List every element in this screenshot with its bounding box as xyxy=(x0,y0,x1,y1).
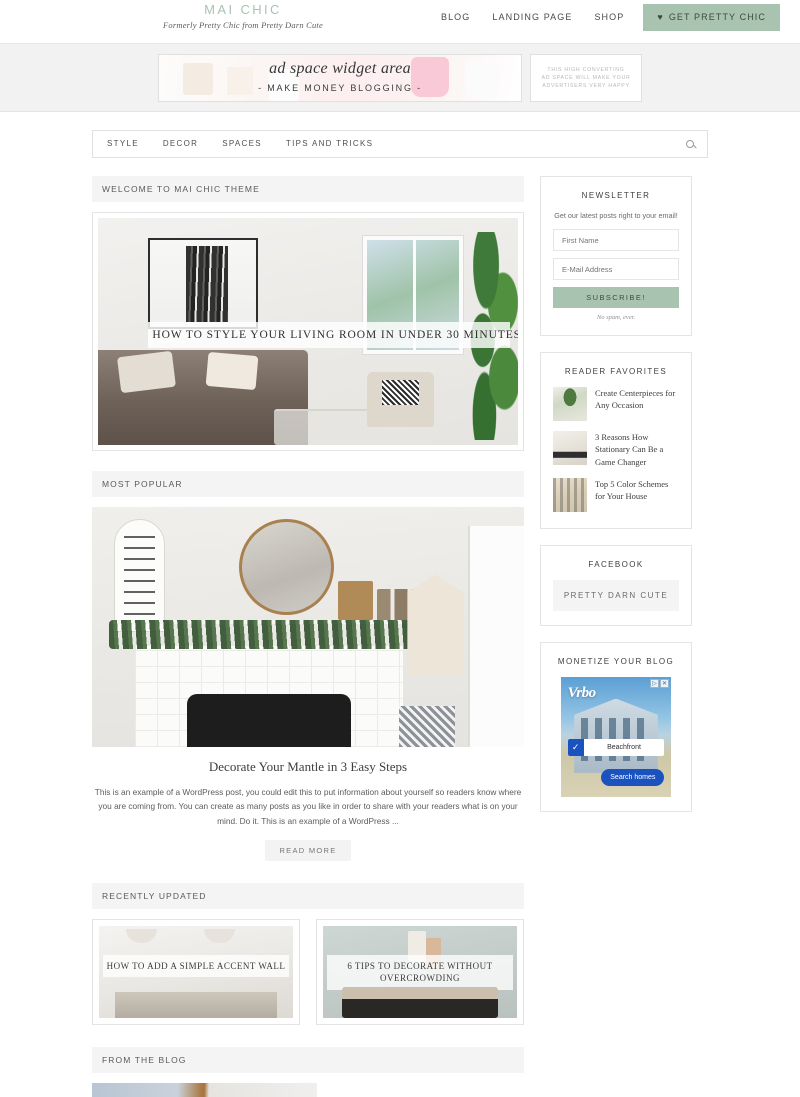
read-more-wrap: READ MORE xyxy=(92,839,524,861)
newsletter-subtitle: Get our latest posts right to your email… xyxy=(554,211,678,220)
garland-icon xyxy=(109,619,429,649)
ad-banner-bar: ad space widget area - MAKE MONEY BLOGGI… xyxy=(0,44,800,112)
fireplace-screen-icon xyxy=(187,694,352,747)
header-nav: BLOG LANDING PAGE SHOP ♥ GET PRETTY CHIC xyxy=(430,4,780,31)
card-title-text: 6 TIPS TO DECORATE WITHOUT OVERCROWDING xyxy=(347,961,493,984)
hero-card: HOW TO STYLE YOUR LIVING ROOM IN UNDER 3… xyxy=(92,212,524,451)
widget-reader-favorites: READER FAVORITES Create Centerpieces for… xyxy=(540,352,692,529)
macrame-wall-hanging-icon xyxy=(407,574,464,675)
decorate-without-overcrowding-image: 6 TIPS TO DECORATE WITHOUT OVERCROWDING xyxy=(323,925,517,1018)
vrbo-ad[interactable]: Vrbo ▷ ✕ ✓ Beachfront Search homes xyxy=(561,676,671,797)
nav-item-decor[interactable]: DECOR xyxy=(151,131,210,157)
ad-banner-sub-text: - MAKE MONEY BLOGGING - xyxy=(258,82,422,93)
newsletter-title: NEWSLETTER xyxy=(581,191,651,200)
door-icon xyxy=(467,526,524,747)
cta-label: GET PRETTY CHIC xyxy=(668,12,766,22)
vrbo-logo: Vrbo xyxy=(567,685,597,702)
monetize-title: MONETIZE YOUR BLOG xyxy=(557,656,675,666)
from-the-blog-image[interactable] xyxy=(92,1082,317,1097)
newsletter-note: No spam, ever. xyxy=(596,314,636,321)
adchoices-controls[interactable]: ▷ ✕ xyxy=(650,678,669,688)
nav-item-tips-and-tricks[interactable]: TIPS AND TRICKS xyxy=(274,131,385,157)
hero-wall-art-icon xyxy=(148,238,258,330)
nav-item-style[interactable]: STYLE xyxy=(93,131,151,157)
reader-favorites-title: READER FAVORITES xyxy=(564,367,668,376)
ad-small-line-1: THIS HIGH CONVERTING xyxy=(547,66,625,73)
section-heading-welcome: WELCOME TO MAI CHIC THEME xyxy=(92,176,524,202)
nav-item-spaces[interactable]: SPACES xyxy=(210,131,274,157)
list-item[interactable]: Top 5 Color Schemes for Your House xyxy=(553,477,679,512)
sidebar: NEWSLETTER Get our latest posts right to… xyxy=(540,176,692,828)
ad-banner-script-text: ad space widget area xyxy=(269,59,411,77)
hero-pillow-icon xyxy=(205,352,259,391)
card-title-overlay: HOW TO ADD A SIMPLE ACCENT WALL xyxy=(102,955,290,978)
card-title-overlay: 6 TIPS TO DECORATE WITHOUT OVERCROWDING xyxy=(326,955,514,990)
primary-nav-bar: STYLE DECOR SPACES TIPS AND TRICKS xyxy=(92,130,708,158)
first-name-input[interactable] xyxy=(553,229,679,251)
brand-block: MAI CHIC Formerly Pretty Chic from Prett… xyxy=(98,2,388,31)
post-thumbnail xyxy=(553,387,587,421)
hero-armchair-icon xyxy=(366,372,434,427)
ad-field-label: Beachfront xyxy=(607,744,641,752)
hero-title-text: HOW TO STYLE YOUR LIVING ROOM IN UNDER 3… xyxy=(152,329,518,342)
get-pretty-chic-button[interactable]: ♥ GET PRETTY CHIC xyxy=(643,4,780,31)
facebook-page-link[interactable]: PRETTY DARN CUTE xyxy=(553,579,679,611)
hero-featured-image[interactable]: HOW TO STYLE YOUR LIVING ROOM IN UNDER 3… xyxy=(98,218,518,445)
email-input[interactable] xyxy=(553,258,679,280)
most-popular-featured-image[interactable] xyxy=(92,507,524,747)
site-header: MAI CHIC Formerly Pretty Chic from Prett… xyxy=(0,0,800,44)
ad-small-line-2: AD SPACE WILL MAKE YOUR xyxy=(541,74,631,81)
site-tagline: Formerly Pretty Chic from Pretty Darn Cu… xyxy=(163,20,323,31)
post-title: 3 Reasons How Stationary Can Be a Game C… xyxy=(595,432,664,467)
main-content: WELCOME TO MAI CHIC THEME HOW TO STYLE Y… xyxy=(92,176,524,1097)
recently-updated-card[interactable]: 6 TIPS TO DECORATE WITHOUT OVERCROWDING xyxy=(316,918,524,1025)
post-thumbnail xyxy=(553,431,587,465)
ad-space-small-banner[interactable]: THIS HIGH CONVERTING AD SPACE WILL MAKE … xyxy=(530,53,642,102)
hero-pillow-icon xyxy=(116,351,176,394)
letter-b-decor-icon xyxy=(338,581,373,620)
read-more-button[interactable]: READ MORE xyxy=(265,839,351,861)
search-homes-button[interactable]: Search homes xyxy=(601,769,665,787)
post-title: Create Centerpieces for Any Occasion xyxy=(595,388,676,411)
subscribe-button[interactable]: SUBSCRIBE! xyxy=(553,287,679,308)
most-popular-post-title[interactable]: Decorate Your Mantle in 3 Easy Steps xyxy=(92,759,524,775)
accent-wall-image: HOW TO ADD A SIMPLE ACCENT WALL xyxy=(99,925,293,1018)
list-item[interactable]: Create Centerpieces for Any Occasion xyxy=(553,387,679,421)
chair-pillow-icon xyxy=(398,706,455,747)
check-icon: ✓ xyxy=(567,739,584,757)
header-nav-item-blog[interactable]: BLOG xyxy=(430,4,481,31)
most-popular-post-excerpt: This is an example of a WordPress post, … xyxy=(94,787,522,826)
mantel-sign-icon xyxy=(113,519,166,632)
ad-search-field[interactable]: ✓ Beachfront xyxy=(567,739,665,757)
facebook-title: FACEBOOK xyxy=(588,559,644,569)
header-nav-item-shop[interactable]: SHOP xyxy=(583,4,635,31)
widget-monetize: MONETIZE YOUR BLOG Vrbo ▷ ✕ ✓ Beachfront… xyxy=(540,641,692,812)
section-heading-from-the-blog: FROM THE BLOG xyxy=(92,1046,524,1073)
heart-icon: ♥ xyxy=(657,12,664,22)
widget-facebook: FACEBOOK PRETTY DARN CUTE xyxy=(540,544,692,626)
ad-small-line-3: ADVERTISERS VERY HAPPY xyxy=(542,82,630,89)
recently-updated-grid: HOW TO ADD A SIMPLE ACCENT WALL 6 TIPS T… xyxy=(92,918,524,1025)
close-icon[interactable]: ✕ xyxy=(660,678,669,688)
adchoices-icon[interactable]: ▷ xyxy=(650,678,659,688)
post-thumbnail xyxy=(553,477,587,512)
page-layout: WELCOME TO MAI CHIC THEME HOW TO STYLE Y… xyxy=(92,176,708,1097)
site-title[interactable]: MAI CHIC xyxy=(98,2,388,17)
widget-newsletter: NEWSLETTER Get our latest posts right to… xyxy=(540,176,692,336)
primary-nav-wrap: STYLE DECOR SPACES TIPS AND TRICKS xyxy=(0,112,800,158)
card-title-text: HOW TO ADD A SIMPLE ACCENT WALL xyxy=(106,961,286,972)
hero-title-overlay[interactable]: HOW TO STYLE YOUR LIVING ROOM IN UNDER 3… xyxy=(148,322,518,349)
header-nav-item-landing-page[interactable]: LANDING PAGE xyxy=(481,4,583,31)
round-mirror-icon xyxy=(238,519,334,615)
section-heading-recently-updated: RECENTLY UPDATED xyxy=(92,882,524,909)
post-title: Top 5 Color Schemes for Your House xyxy=(595,478,669,502)
recently-updated-card[interactable]: HOW TO ADD A SIMPLE ACCENT WALL xyxy=(92,918,300,1025)
list-item[interactable]: 3 Reasons How Stationary Can Be a Game C… xyxy=(553,431,679,468)
ad-space-widget-banner[interactable]: ad space widget area - MAKE MONEY BLOGGI… xyxy=(158,53,522,102)
section-heading-most-popular: MOST POPULAR xyxy=(92,471,524,497)
search-icon[interactable] xyxy=(673,131,707,157)
